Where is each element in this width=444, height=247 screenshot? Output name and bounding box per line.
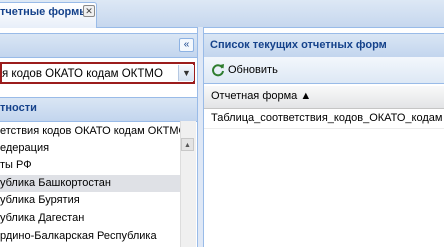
tree-item[interactable]: рдино-Балкарская Республика: [0, 228, 180, 245]
subject-tree: етствия кодов ОКАТО кодам ОКТМО едерация…: [0, 121, 180, 247]
tree-item[interactable]: ублика Бурятия: [0, 192, 180, 209]
tab-title: тчетные формы: [0, 6, 89, 18]
refresh-icon[interactable]: [211, 63, 225, 77]
collapse-panel-icon[interactable]: «: [179, 38, 194, 52]
tree-item[interactable]: етствия кодов ОКАТО кодам ОКТМО: [0, 123, 180, 140]
scroll-up-icon[interactable]: ▲: [181, 138, 194, 151]
combo-value: я кодов ОКАТО кодам ОКТМО: [2, 68, 163, 80]
right-panel-title: Список текущих отчетных форм: [210, 39, 387, 51]
tree-item-selected[interactable]: ублика Башкортостан: [0, 175, 180, 192]
table-cell: Таблица_соответствия_кодов_ОКАТО_кодам: [211, 112, 443, 124]
left-panel-header: [0, 33, 197, 58]
tree-header: тности: [0, 97, 197, 122]
panel-splitter[interactable]: [197, 27, 204, 247]
column-header-report-form[interactable]: Отчетная форма ▲: [211, 90, 311, 102]
chevron-down-icon[interactable]: ▼: [178, 65, 194, 81]
tree-item[interactable]: ублика Дагестан: [0, 210, 180, 227]
close-icon[interactable]: ✕: [83, 5, 95, 17]
form-type-combo[interactable]: я кодов ОКАТО кодам ОКТМО ▼: [0, 62, 195, 84]
tree-header-title: тности: [0, 102, 37, 114]
tree-item[interactable]: ты РФ: [0, 157, 180, 174]
refresh-button[interactable]: Обновить: [228, 64, 278, 76]
tree-item[interactable]: едерация: [0, 140, 180, 157]
right-panel-header: Список текущих отчетных форм: [204, 33, 444, 58]
